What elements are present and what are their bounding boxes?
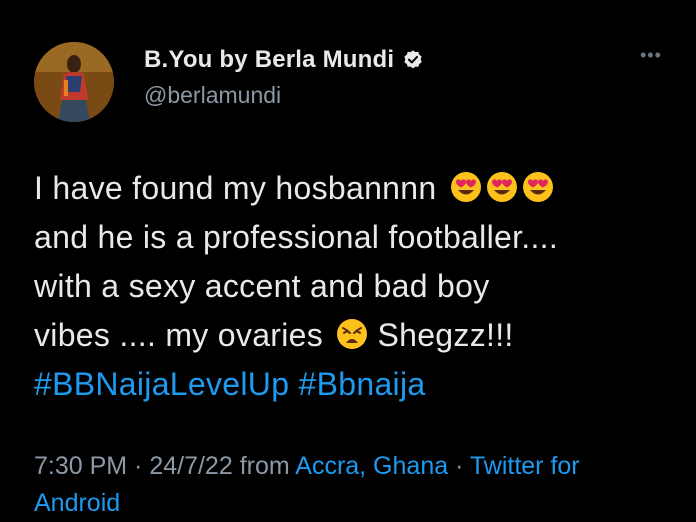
from-label: from [232,452,296,480]
weary-face-emoji-icon [336,318,368,350]
tweet-text: I have found my hosbannnn and he is a pr… [34,164,674,409]
meta-separator: · [127,452,150,480]
meta-separator: · [448,452,470,480]
source-link-part2[interactable]: Android [34,489,120,517]
author-name-row: B.You by Berla Mundi [144,46,424,74]
source-link-part1[interactable]: Twitter for [470,452,580,480]
profile-avatar[interactable] [34,42,114,122]
tweet-text-segment: Shegzz!!! [377,317,514,353]
tweet-line: vibes .... my ovaries Shegzz!!! [34,311,674,360]
tweet-text-segment: I have found my hosbannnn [34,170,437,206]
tweet-metadata: 7:30 PM · 24/7/22 from Accra, Ghana · Tw… [34,448,674,522]
tweet-time[interactable]: 7:30 PM [34,452,127,480]
author-display-name[interactable]: B.You by Berla Mundi [144,46,394,74]
tweet-line: I have found my hosbannnn [34,164,674,213]
tweet-line: with a sexy accent and bad boy [34,268,490,304]
tweet-line: and he is a professional footballer.... [34,219,559,255]
location-link[interactable]: Accra, Ghana [295,452,448,480]
tweet-text-segment: vibes .... my ovaries [34,317,324,353]
hashtag-link[interactable]: #BBNaijaLevelUp [34,366,289,402]
tweet-date[interactable]: 24/7/22 [149,452,232,480]
heart-eyes-emoji-icon [450,171,482,203]
hashtag-link[interactable]: #Bbnaija [299,366,426,402]
heart-eyes-emoji-icon [522,171,554,203]
tweet-line: #BBNaijaLevelUp #Bbnaija [34,360,674,409]
more-options-icon[interactable]: ••• [640,46,662,64]
author-handle[interactable]: @berlamundi [144,82,281,109]
heart-eyes-emoji-icon [486,171,518,203]
verified-badge-icon [402,49,424,71]
